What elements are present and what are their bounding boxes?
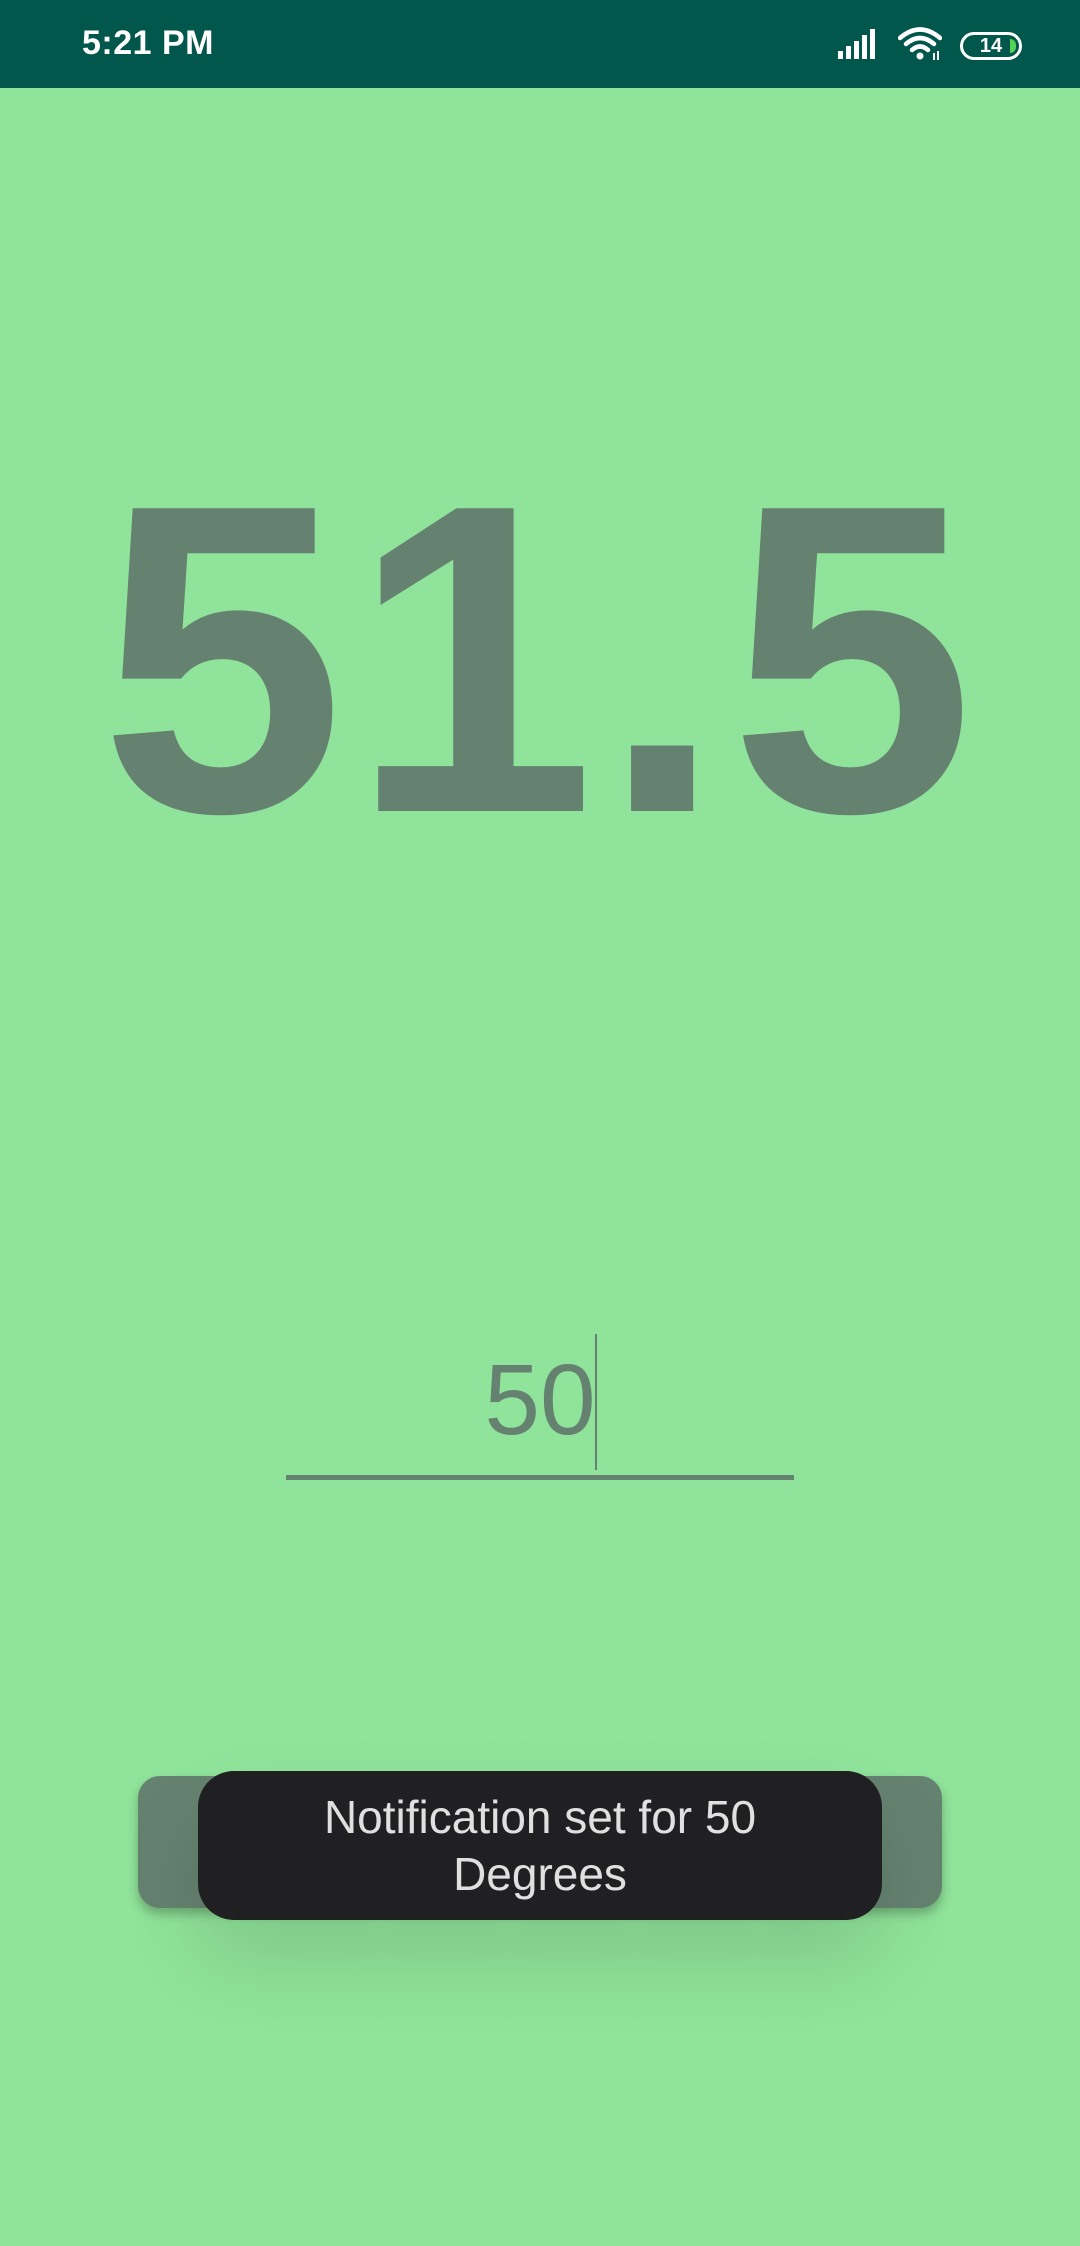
battery-level: 14 bbox=[979, 35, 1003, 57]
wifi-icon bbox=[897, 26, 943, 66]
status-icons: 14 bbox=[838, 26, 1022, 66]
text-cursor bbox=[595, 1334, 597, 1470]
temperature-reading: 51.5 bbox=[99, 414, 981, 905]
toast-message: Notification set for 50 Degrees bbox=[198, 1771, 882, 1920]
input-underline bbox=[286, 1475, 794, 1480]
battery-icon: 14 bbox=[960, 32, 1022, 60]
threshold-input-value[interactable]: 50 bbox=[286, 1350, 794, 1450]
status-bar: 5:21 PM 14 bbox=[0, 0, 1080, 88]
app-screen: 5:21 PM 14 51.5 50 Notification set for … bbox=[0, 0, 1080, 2246]
battery-fill bbox=[1010, 39, 1016, 53]
threshold-input[interactable]: 50 bbox=[286, 1330, 794, 1480]
status-time: 5:21 PM bbox=[82, 24, 214, 62]
toast-text: Notification set for 50 Degrees bbox=[323, 1790, 757, 1900]
signal-icon bbox=[838, 28, 880, 64]
